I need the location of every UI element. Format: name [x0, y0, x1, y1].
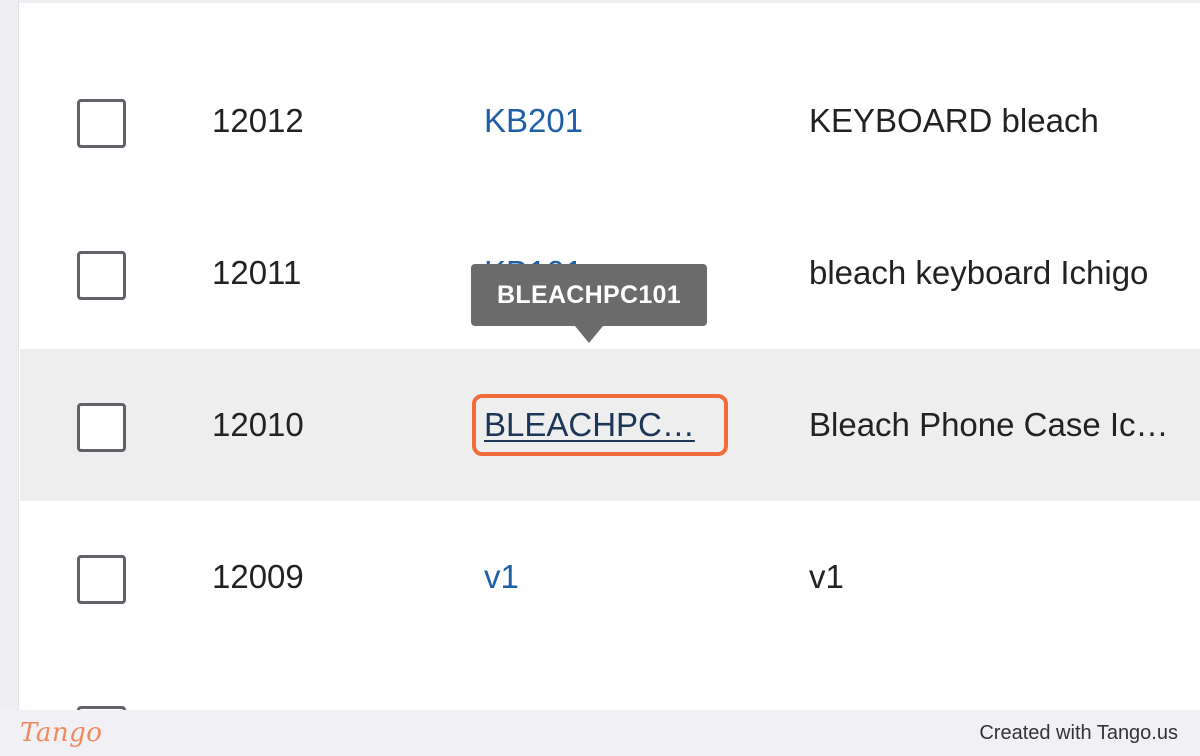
table-row[interactable]: 12009 v1 v1 [20, 501, 1200, 653]
products-table: 12012 KB201 KEYBOARD bleach 12011 KB101 … [20, 45, 1200, 653]
row-name-text: KEYBOARD bleach [809, 102, 1099, 139]
row-checkbox[interactable] [77, 403, 126, 452]
row-id: 12010 [212, 406, 304, 443]
footer-credit: Created with Tango.us [979, 721, 1178, 744]
row-checkbox[interactable] [77, 251, 126, 300]
row-checkbox[interactable] [77, 555, 126, 604]
row-name-text: bleach keyboard Ichigo [809, 254, 1149, 291]
row-code-text[interactable]: v1 [484, 558, 519, 596]
row-code-text[interactable]: KB201 [484, 102, 583, 140]
row-name-text: v1 [809, 558, 844, 595]
row-code-text[interactable]: BLEACHPC… [484, 406, 695, 444]
screenshot-frame: 12012 KB201 KEYBOARD bleach 12011 KB101 … [0, 0, 1200, 756]
table-row[interactable]: 12012 KB201 KEYBOARD bleach [20, 45, 1200, 197]
row-name: v1 [809, 501, 1200, 653]
row-code-link[interactable]: v1 [484, 501, 724, 653]
tango-footer: Tango Created with Tango.us [0, 710, 1200, 756]
row-checkbox[interactable] [77, 99, 126, 148]
table-row-hovered[interactable]: 12010 BLEACHPC… Bleach Phone Case Ic… [20, 349, 1200, 501]
row-id: 12012 [212, 102, 304, 139]
top-edge [0, 0, 1200, 3]
row-id: 12009 [212, 558, 304, 595]
left-edge [0, 0, 19, 710]
row-code-link[interactable]: BLEACHPC… [484, 349, 724, 501]
row-name: bleach keyboard Ichigo [809, 197, 1200, 349]
row-name: KEYBOARD bleach [809, 45, 1200, 197]
code-tooltip: BLEACHPC101 [471, 264, 707, 343]
row-name: Bleach Phone Case Ic… [809, 349, 1200, 501]
row-id: 12011 [212, 254, 302, 291]
row-name-text: Bleach Phone Case Ic… [809, 406, 1169, 443]
tango-logo: Tango [20, 718, 103, 748]
row-code-link[interactable]: KB201 [484, 45, 724, 197]
